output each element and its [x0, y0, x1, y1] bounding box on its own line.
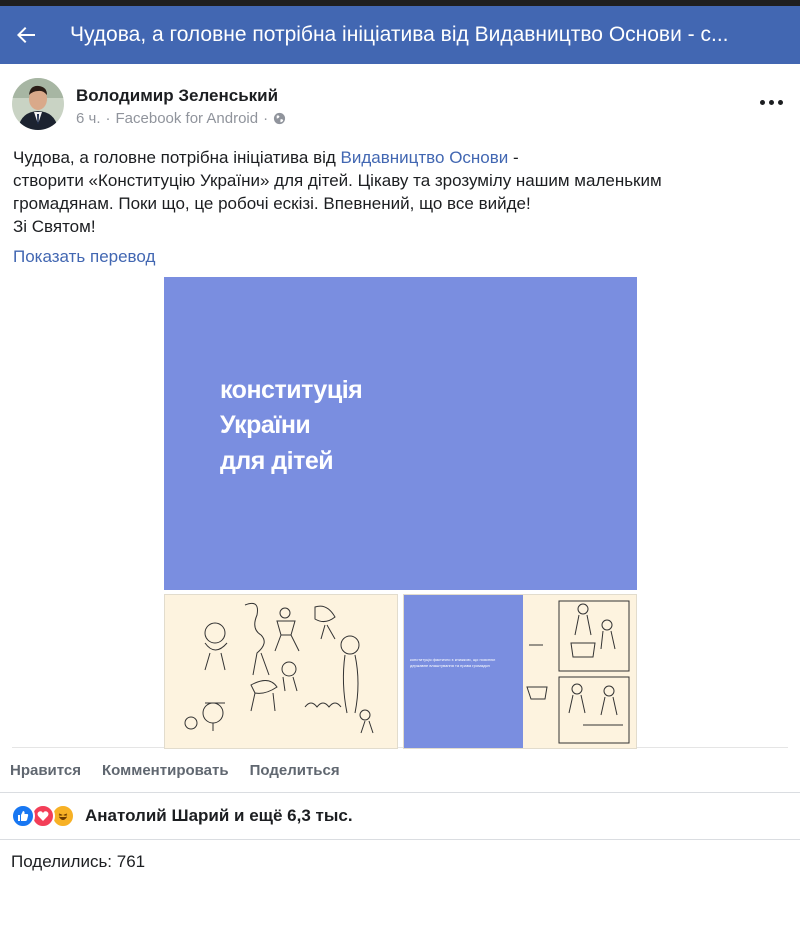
cover-title-line: України [220, 411, 311, 439]
like-icon [11, 804, 35, 828]
text-page: конституція фактично є книжкою, що поясн… [404, 595, 523, 748]
main-photo[interactable]: конституція України для дітей [164, 277, 637, 590]
text-fragment: Чудова, а головне потрібна ініціатива ві… [13, 148, 341, 167]
text-fragment: - [508, 148, 519, 167]
post-text-line-1: Чудова, а головне потрібна ініціатива ві… [13, 146, 786, 169]
more-options-button[interactable] [758, 92, 784, 112]
cover-title-line: конституція [220, 376, 363, 404]
sketch-photo-1[interactable] [164, 594, 398, 749]
globe-icon [274, 112, 286, 125]
profile-photo [12, 78, 64, 130]
post-text-line-3: громадянам. Поки що, це робочі ескізі. В… [13, 194, 531, 213]
sketch-drawing [184, 602, 374, 734]
like-button[interactable]: Нравится [10, 762, 81, 779]
reactions-bar[interactable]: Анатолий Шарий и ещё 6,3 тыс. [0, 793, 800, 839]
post-meta: 6 ч. · Facebook for Android · [76, 110, 286, 127]
photo-gallery: конституція України для дітей конституці… [0, 267, 800, 749]
tiny-caption: конституція фактично є книжкою, що поясн… [410, 657, 496, 668]
share-button[interactable]: Поделиться [250, 762, 340, 779]
dot-icon [768, 99, 774, 105]
page-link[interactable]: Видавництво Основи [341, 148, 509, 167]
show-translation-link[interactable]: Показать перевод [13, 247, 155, 267]
dot-icon [759, 99, 765, 105]
post-time[interactable]: 6 ч. [76, 110, 101, 127]
reaction-icons [11, 804, 77, 828]
avatar[interactable] [12, 78, 64, 130]
post-text-line-2: створити «Конституцію України» для дітей… [13, 171, 662, 190]
comic-drawing [526, 600, 630, 744]
top-bar: Чудова, а головне потрібна ініціатива ві… [0, 6, 800, 64]
cover-title-line: для дітей [220, 447, 334, 475]
sketch-photo-2[interactable]: конституція фактично є книжкою, що поясн… [403, 594, 637, 749]
meta-separator: · [263, 110, 269, 127]
post-actions: Нравится Комментировать Поделиться [0, 748, 800, 792]
dot-icon [777, 99, 783, 105]
post-text: Чудова, а головне потрібна ініціатива ві… [0, 142, 800, 238]
arrow-left-icon [17, 27, 35, 43]
post-text-line-4: Зі Святом! [13, 217, 96, 236]
meta-separator: · [105, 110, 111, 127]
shares-count[interactable]: Поделились: 761 [0, 840, 800, 884]
comment-button[interactable]: Комментировать [102, 762, 229, 779]
post-header: Володимир Зеленський 6 ч. · Facebook for… [0, 64, 800, 142]
page-title: Чудова, а головне потрібна ініціатива ві… [70, 23, 729, 46]
author-name[interactable]: Володимир Зеленський [76, 86, 278, 106]
reactions-summary[interactable]: Анатолий Шарий и ещё 6,3 тыс. [85, 806, 353, 826]
post-source: Facebook for Android [115, 110, 259, 127]
back-button[interactable] [0, 6, 52, 64]
